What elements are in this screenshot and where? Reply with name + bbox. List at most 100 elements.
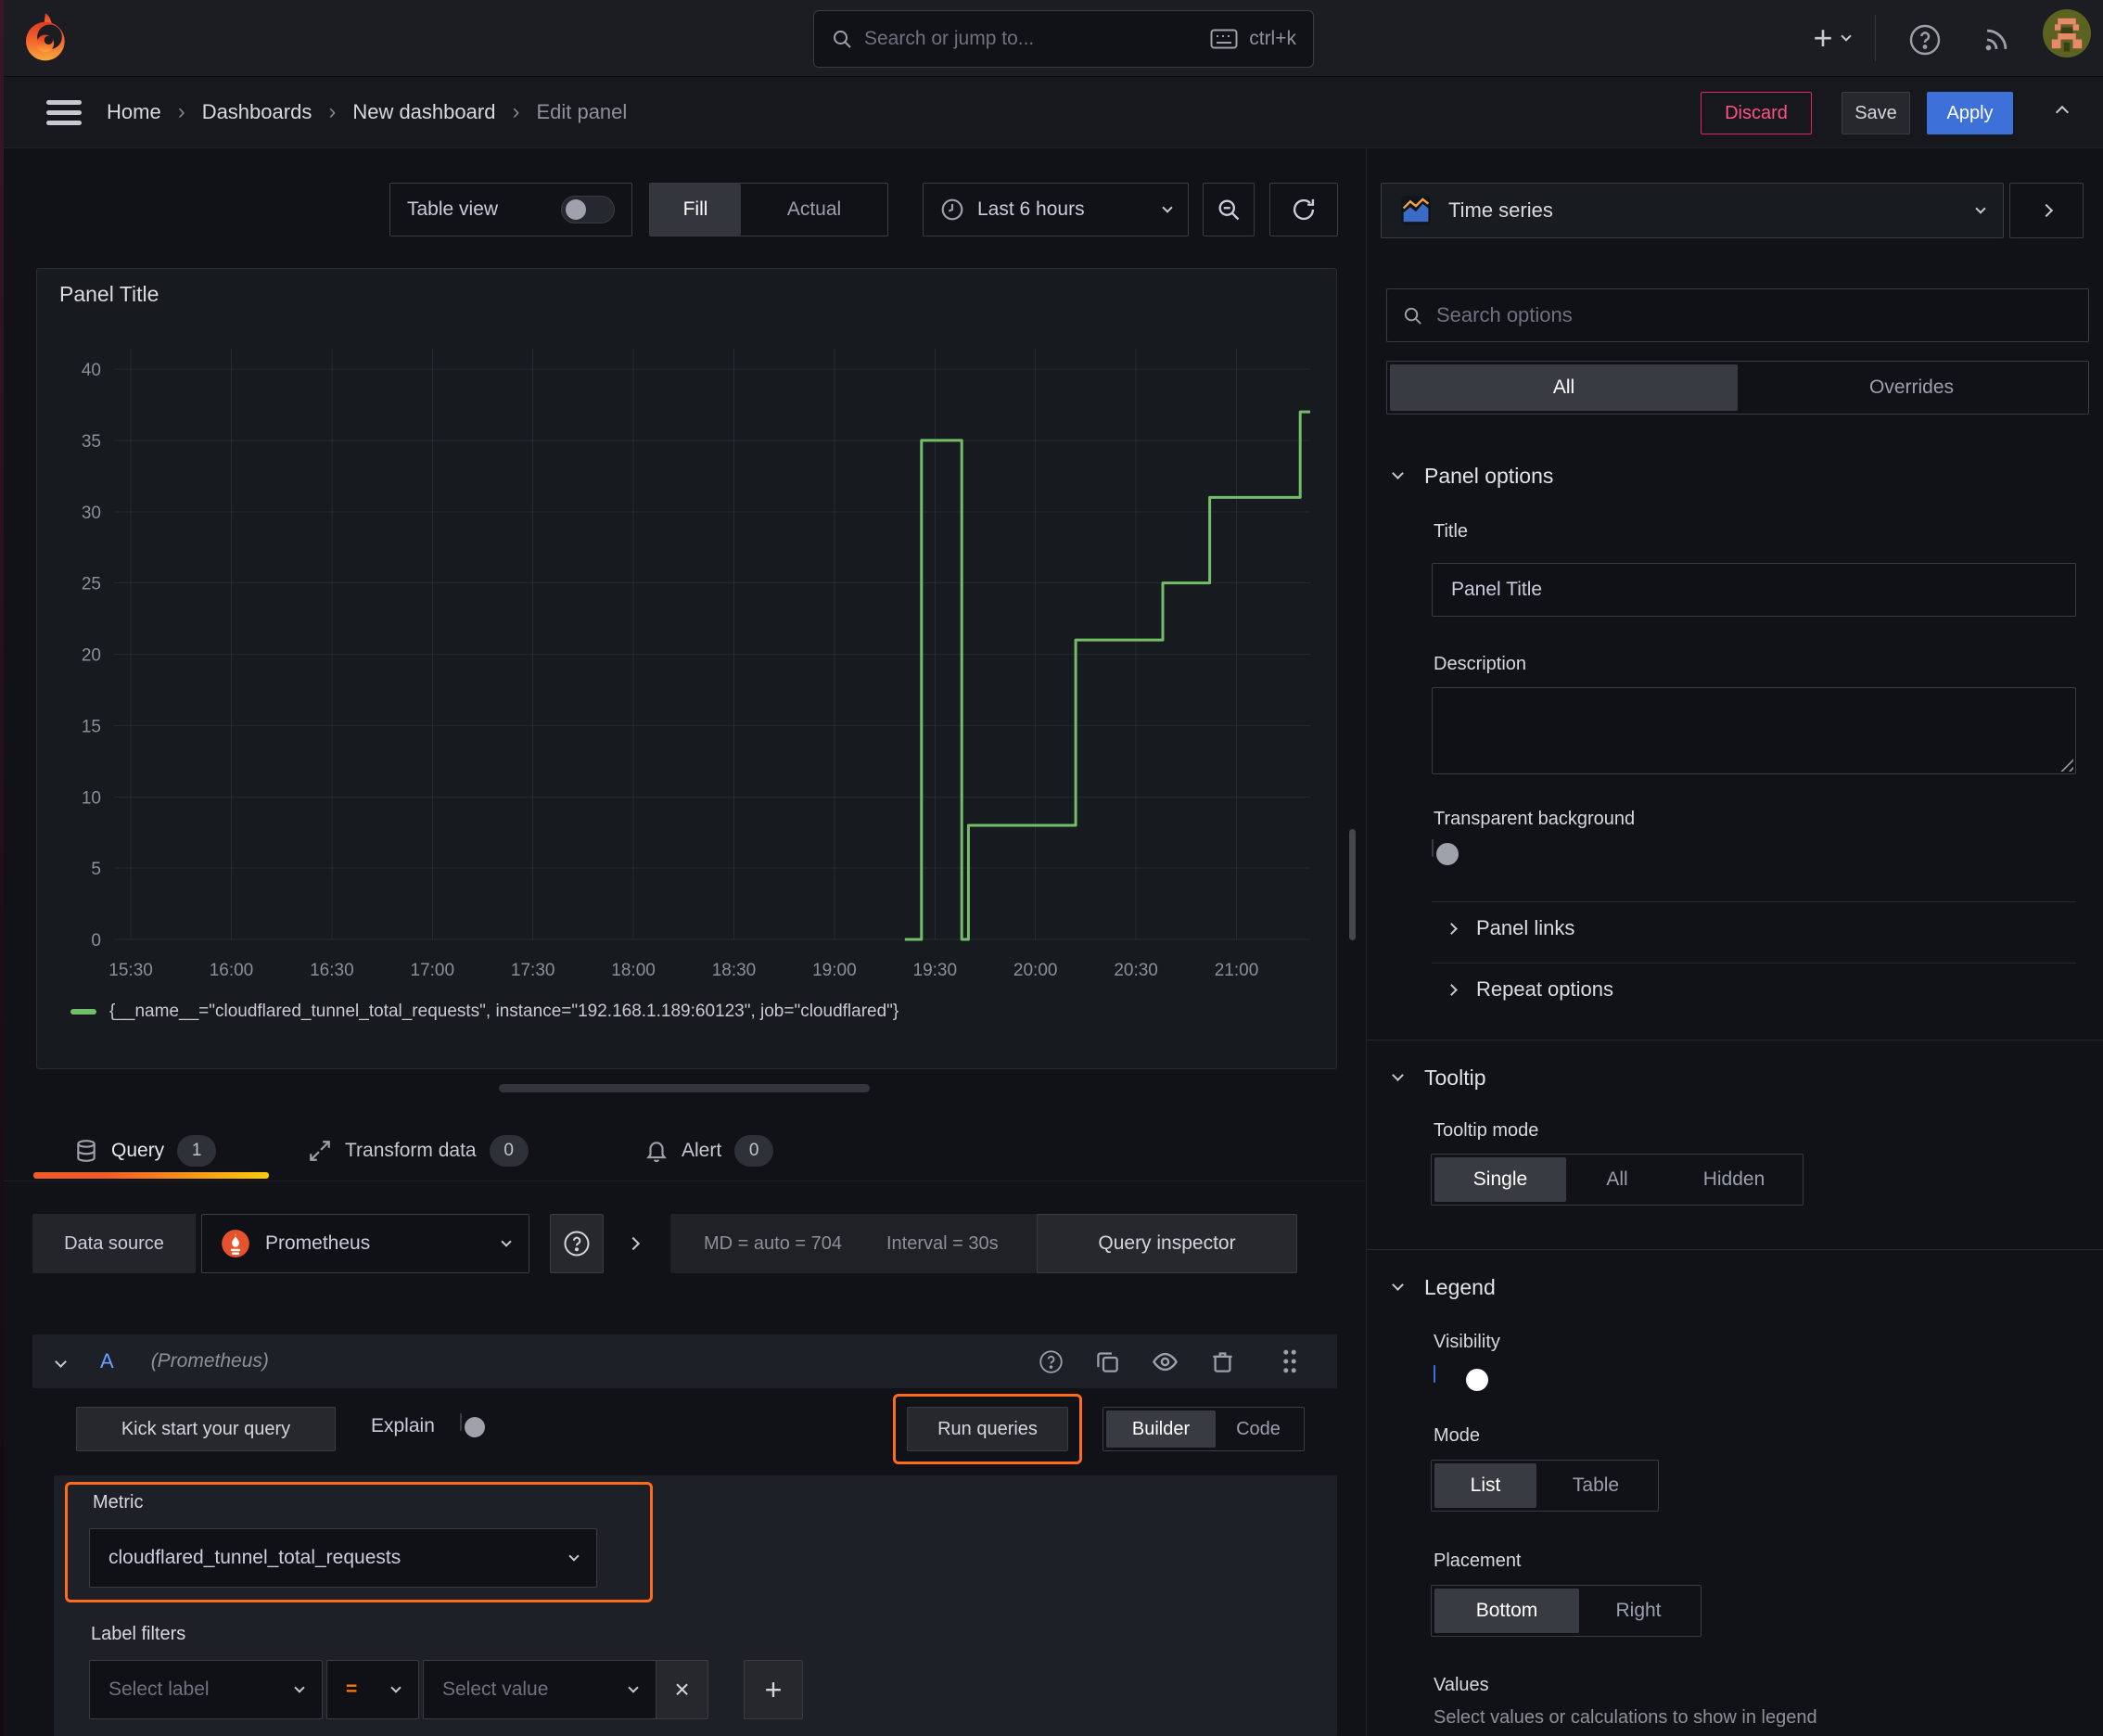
grafana-logo-icon[interactable]	[20, 11, 72, 70]
chevron-down-icon	[1392, 1069, 1404, 1081]
tooltip-header[interactable]: Tooltip	[1392, 1066, 1485, 1091]
refresh-button[interactable]	[1269, 183, 1338, 236]
search-options-placeholder: Search options	[1436, 303, 1573, 326]
breadcrumb-new-dashboard[interactable]: New dashboard	[352, 100, 495, 124]
help-icon[interactable]	[1905, 20, 1944, 59]
collapse-pane-button[interactable]	[2044, 98, 2081, 126]
tab-transform-label: Transform data	[345, 1140, 477, 1161]
chart-legend[interactable]: {__name__="cloudflared_tunnel_total_requ…	[70, 1002, 899, 1022]
search-options-input[interactable]: Search options	[1386, 288, 2089, 342]
metric-select[interactable]: cloudflared_tunnel_total_requests	[89, 1528, 597, 1588]
kick-start-button[interactable]: Kick start your query	[76, 1407, 336, 1451]
breadcrumb-home[interactable]: Home	[107, 100, 161, 124]
add-menu-button[interactable]: +	[1797, 17, 1866, 59]
refresh-icon	[1293, 198, 1315, 221]
global-search-input[interactable]: Search or jump to... ctrl+k	[813, 10, 1314, 68]
datasource-help-button[interactable]	[550, 1214, 604, 1273]
add-filter-button[interactable]: +	[744, 1660, 803, 1719]
query-inspector-button[interactable]: Query inspector	[1037, 1214, 1297, 1273]
query-row-header[interactable]: A (Prometheus)	[32, 1334, 1337, 1388]
expand-row-button[interactable]	[619, 1230, 647, 1257]
svg-text:19:00: 19:00	[812, 961, 857, 980]
tooltip-all-option[interactable]: All	[1566, 1157, 1668, 1202]
news-rss-icon[interactable]	[1977, 20, 2016, 59]
tab-transform-badge: 0	[489, 1135, 529, 1167]
search-shortcut: ctrl+k	[1249, 28, 1296, 49]
placement-bottom-option[interactable]: Bottom	[1434, 1589, 1579, 1633]
help-circle-icon[interactable]	[1039, 1349, 1064, 1374]
menu-icon[interactable]	[46, 100, 82, 125]
repeat-options-label: Repeat options	[1476, 977, 1613, 1001]
discard-button[interactable]: Discard	[1701, 92, 1812, 134]
select-label-dropdown[interactable]: Select label	[89, 1660, 323, 1719]
section-divider	[1367, 1249, 2103, 1250]
datasource-picker[interactable]: Prometheus	[201, 1214, 529, 1273]
close-icon: ×	[674, 1675, 690, 1704]
legend-visibility-toggle[interactable]	[1434, 1365, 1488, 1391]
svg-text:25: 25	[82, 575, 101, 594]
query-options-summary[interactable]: MD = auto = 704 Interval = 30s	[670, 1214, 1060, 1273]
tab-query-badge: 1	[177, 1135, 217, 1167]
legend-table-option[interactable]: Table	[1536, 1463, 1655, 1508]
transparent-bg-label: Transparent background	[1434, 809, 1636, 829]
collapse-options-button[interactable]	[2009, 183, 2084, 238]
transparent-bg-toggle[interactable]	[1432, 839, 1459, 865]
pane-resize-handle[interactable]	[499, 1084, 870, 1092]
save-button[interactable]: Save	[1842, 92, 1910, 134]
select-value-dropdown[interactable]: Select value	[423, 1660, 656, 1719]
legend-visibility-label: Visibility	[1434, 1332, 1500, 1352]
code-option[interactable]: Code	[1216, 1410, 1301, 1448]
panel-options-header[interactable]: Panel options	[1392, 464, 1553, 489]
trash-icon[interactable]	[1210, 1349, 1235, 1374]
divider	[1432, 901, 2076, 902]
legend-header[interactable]: Legend	[1392, 1275, 1496, 1300]
duplicate-icon[interactable]	[1095, 1349, 1120, 1374]
tab-transform[interactable]: Transform data 0	[308, 1127, 529, 1175]
tab-alert-badge: 0	[734, 1135, 774, 1167]
eye-icon[interactable]	[1152, 1348, 1179, 1375]
label-filters-label: Label filters	[91, 1624, 186, 1644]
time-range-picker[interactable]: Last 6 hours	[923, 183, 1189, 236]
plus-icon: +	[764, 1672, 783, 1706]
tab-all[interactable]: All	[1390, 364, 1738, 411]
description-input[interactable]	[1432, 687, 2076, 774]
run-queries-button[interactable]: Run queries	[907, 1407, 1068, 1451]
visualization-picker[interactable]: Time series	[1381, 183, 2004, 238]
operator-dropdown[interactable]: =	[326, 1660, 419, 1719]
placement-right-option[interactable]: Right	[1579, 1589, 1698, 1633]
svg-text:30: 30	[82, 504, 101, 523]
chart-svg[interactable]: 0 5 10 15 20 25 30 35 40 15:30 16:00 16:30 17:00 17:3…	[48, 345, 1328, 994]
zoom-out-button[interactable]	[1203, 183, 1255, 236]
fill-option[interactable]: Fill	[650, 184, 741, 236]
tab-overrides[interactable]: Overrides	[1738, 364, 2085, 411]
tab-alert[interactable]: Alert 0	[644, 1127, 774, 1175]
breadcrumb-dashboards[interactable]: Dashboards	[202, 100, 312, 124]
legend-list-option[interactable]: List	[1434, 1463, 1536, 1508]
active-tab-underline	[33, 1172, 269, 1179]
svg-text:35: 35	[82, 432, 101, 452]
legend-title: Legend	[1424, 1275, 1496, 1299]
visualization-name: Time series	[1448, 198, 1553, 222]
remove-filter-button[interactable]: ×	[656, 1660, 708, 1719]
avatar[interactable]	[2043, 9, 2091, 57]
tooltip-single-option[interactable]: Single	[1434, 1157, 1566, 1202]
top-bar: Search or jump to... ctrl+k +	[0, 0, 2103, 77]
builder-option[interactable]: Builder	[1106, 1410, 1216, 1448]
table-view-toggle[interactable]	[561, 196, 615, 223]
datasource-label: Data source	[32, 1214, 196, 1273]
options-sidebar: Time series Search options All Overrides…	[1366, 148, 2103, 1736]
drag-grip-icon[interactable]	[1280, 1348, 1300, 1374]
datasource-name: Prometheus	[265, 1232, 371, 1254]
apply-button[interactable]: Apply	[1927, 92, 2013, 134]
svg-text:10: 10	[82, 788, 101, 808]
repeat-options-section[interactable]: Repeat options	[1446, 977, 1613, 1002]
panel-links-section[interactable]: Panel links	[1446, 916, 1574, 940]
title-input[interactable]: Panel Title	[1432, 563, 2076, 617]
actual-option[interactable]: Actual	[741, 184, 887, 236]
explain-toggle[interactable]	[460, 1413, 485, 1437]
interval: Interval = 30s	[886, 1232, 999, 1254]
tab-query[interactable]: Query 1	[74, 1127, 217, 1175]
tooltip-hidden-option[interactable]: Hidden	[1668, 1157, 1800, 1202]
vertical-scrollbar[interactable]	[1349, 829, 1356, 940]
fill-actual-switch: Fill Actual	[649, 183, 888, 236]
